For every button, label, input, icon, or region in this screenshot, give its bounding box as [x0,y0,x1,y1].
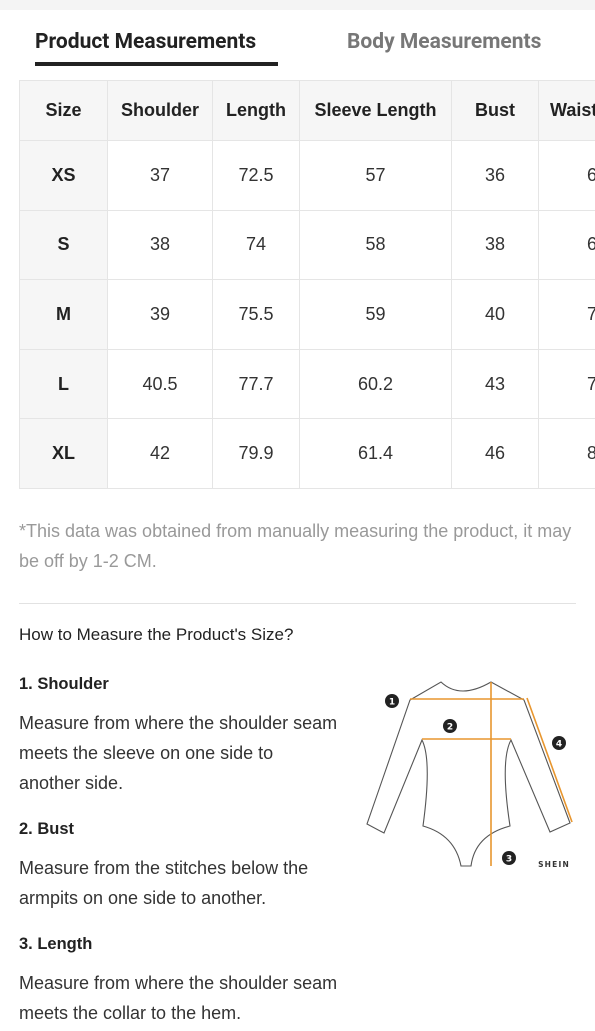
size-cell: S [19,209,108,281]
value-cell: 42 [107,418,213,489]
marker-label: 3 [506,855,512,865]
value-cell: 6 [538,209,595,281]
value-cell: 61.4 [299,418,452,489]
header-length: Length [212,80,300,141]
section-heading: 1. Shoulder [19,675,109,693]
value-cell: 74 [212,209,300,281]
garment-outline [366,681,571,867]
value-cell: 58 [299,209,452,281]
header-shoulder: Shoulder [107,80,213,141]
section-heading: 2. Bust [19,820,75,838]
marker-label: 4 [556,740,562,750]
value-cell: 40.5 [107,348,213,420]
value-cell: 46 [451,418,539,489]
value-cell: 79.9 [212,418,300,489]
bodysuit-diagram: 1 2 3 4 SHEIN [366,681,573,869]
tab-product-measurements[interactable]: Product Measurements [35,30,256,54]
table-row: XS3772.557366 [19,140,595,211]
marker-label: 2 [447,723,453,733]
section-heading: 3. Length [19,935,93,953]
how-to-title: How to Measure the Product's Size? [19,625,294,644]
value-cell: 38 [451,209,539,281]
value-cell: 39 [107,279,213,350]
table-row: L40.577.760.2437 [19,348,595,420]
value-cell: 6 [538,140,595,211]
section-length: 3. Length Measure from where the shoulde… [19,935,339,1028]
table-row: M3975.559407 [19,279,595,350]
marker-label: 1 [389,698,395,708]
value-cell: 75.5 [212,279,300,350]
value-cell: 72.5 [212,140,300,211]
value-cell: 77.7 [212,348,300,420]
section-text: Measure from where the shoulder seam mee… [19,973,338,1023]
section-bust: 2. Bust Measure from the stitches below … [19,820,339,913]
value-cell: 57 [299,140,452,211]
table-header-row: Size Shoulder Length Sleeve Length Bust … [19,80,595,141]
value-cell: 36 [451,140,539,211]
value-cell: 40 [451,279,539,350]
value-cell: 38 [107,209,213,281]
header-size: Size [19,80,108,141]
value-cell: 37 [107,140,213,211]
active-tab-indicator [35,62,278,66]
value-cell: 60.2 [299,348,452,420]
section-text: Measure from where the shoulder seam mee… [19,713,338,793]
section-shoulder: 1. Shoulder Measure from where the shoul… [19,675,339,798]
measurement-note: *This data was obtained from manually me… [19,521,572,571]
value-cell: 59 [299,279,452,350]
table-row: XL4279.961.4468 [19,418,595,489]
brand-logo: SHEIN [538,860,570,869]
value-cell: 7 [538,348,595,420]
size-cell: XS [19,140,108,211]
size-cell: M [19,279,108,350]
tab-body-measurements[interactable]: Body Measurements [347,30,541,54]
value-cell: 7 [538,279,595,350]
section-text: Measure from the stitches below the armp… [19,858,309,908]
table-row: S387458386 [19,209,595,281]
measure-lines [410,682,573,866]
header-bust: Bust [451,80,539,141]
header-waist: Waist [538,80,595,141]
top-bar [0,0,595,10]
divider [19,603,576,604]
header-sleeve-length: Sleeve Length [299,80,452,141]
size-table[interactable]: Size Shoulder Length Sleeve Length Bust … [19,80,595,489]
value-cell: 43 [451,348,539,420]
size-cell: XL [19,418,108,489]
value-cell: 8 [538,418,595,489]
size-cell: L [19,348,108,420]
